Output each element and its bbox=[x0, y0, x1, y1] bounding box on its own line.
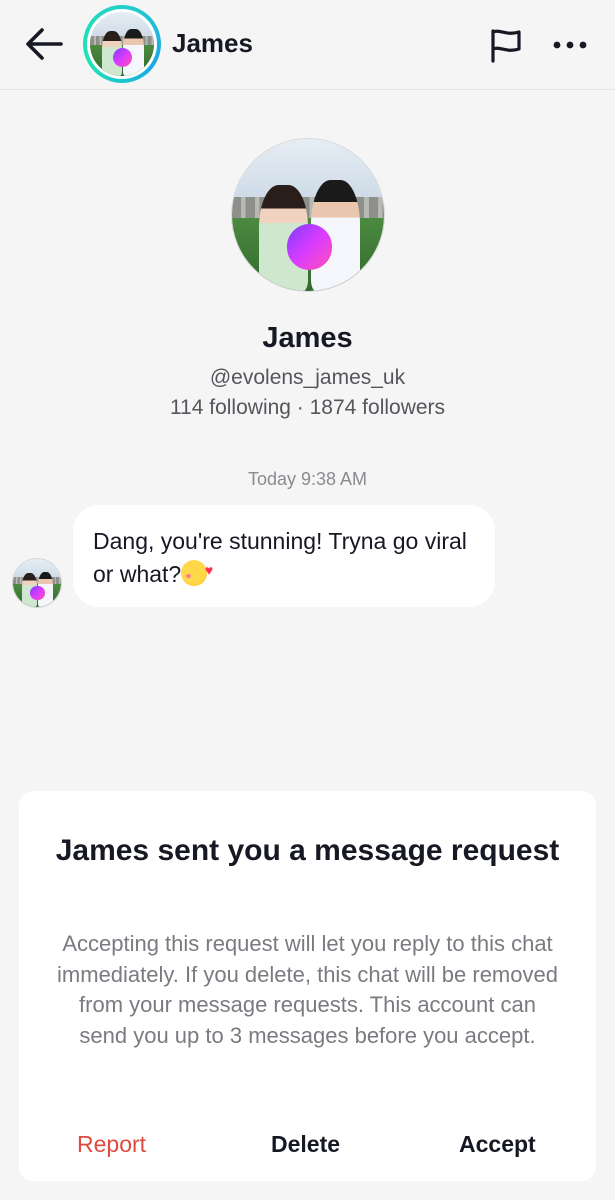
flag-icon bbox=[491, 29, 521, 63]
message-timestamp: Today 9:38 AM bbox=[247, 469, 368, 489]
header-title[interactable]: James bbox=[172, 28, 253, 59]
message-request-card: James sent you a message request Accepti… bbox=[19, 791, 596, 1181]
request-title: James sent you a message request bbox=[55, 834, 560, 867]
avatar-photo bbox=[90, 12, 154, 76]
chat-header: James bbox=[0, 0, 615, 90]
header-avatar[interactable] bbox=[83, 5, 161, 83]
report-button[interactable]: Report bbox=[77, 1131, 146, 1158]
more-options-button[interactable] bbox=[548, 24, 592, 66]
smiling-face-with-hearts-icon bbox=[181, 554, 213, 587]
request-description: Accepting this request will let you repl… bbox=[57, 931, 558, 1048]
more-horizontal-icon bbox=[553, 41, 587, 49]
profile-avatar[interactable] bbox=[231, 138, 385, 292]
report-flag-button[interactable] bbox=[484, 24, 528, 66]
profile-name: James bbox=[262, 322, 353, 354]
delete-button[interactable]: Delete bbox=[271, 1131, 340, 1158]
message-bubble[interactable]: Dang, you're stunning! Tryna go viral or… bbox=[73, 505, 495, 607]
arrow-left-icon bbox=[26, 28, 63, 60]
profile-handle: @evolens_james_uk bbox=[209, 366, 406, 389]
accept-button[interactable]: Accept bbox=[459, 1131, 536, 1158]
avatar-photo bbox=[13, 559, 61, 607]
profile-stats: 114 following · 1874 followers bbox=[169, 396, 446, 419]
message-text: Dang, you're stunning! Tryna go viral or… bbox=[93, 528, 467, 587]
back-button[interactable] bbox=[22, 24, 66, 64]
avatar-photo bbox=[232, 139, 384, 291]
sender-avatar[interactable] bbox=[12, 558, 62, 608]
